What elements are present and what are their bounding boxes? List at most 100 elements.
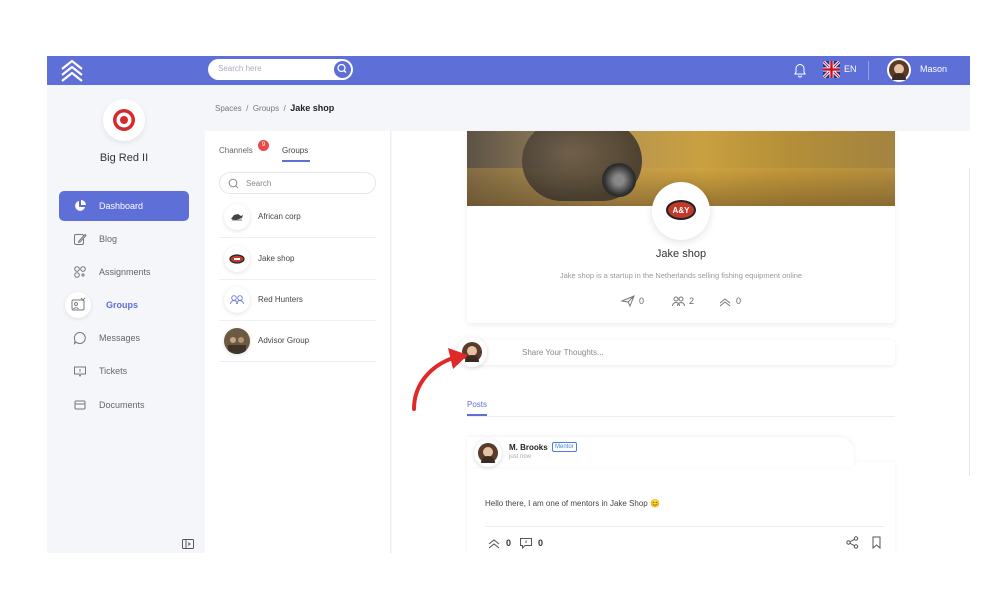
sidebar-item-label: Messages — [99, 333, 141, 343]
tab-groups[interactable]: Groups — [282, 146, 308, 155]
sidebar-item-blog[interactable]: Blog — [59, 224, 189, 254]
post-body: Hello there, I am one of mentors in Jake… — [467, 462, 895, 553]
tab-posts[interactable]: Posts — [467, 400, 487, 409]
group-avatar — [224, 204, 250, 230]
annotation-arrow-icon — [412, 348, 468, 411]
stat-value: 2 — [689, 296, 695, 306]
group-name: Advisor Group — [258, 336, 310, 345]
main-content: A&Y Jake shop Jake shop is a startup in … — [392, 131, 970, 553]
level-up-icon — [488, 539, 500, 549]
share-thoughts-placeholder: Share Your Thoughts... — [522, 348, 604, 357]
group-photo-icon — [224, 328, 250, 354]
user-avatar[interactable] — [887, 58, 911, 82]
collapse-sidebar-icon[interactable] — [182, 539, 194, 549]
share-icon[interactable] — [846, 536, 859, 549]
group-name: African corp — [258, 212, 301, 221]
like-count: 0 — [506, 538, 512, 548]
divider — [868, 61, 869, 80]
sidebar-item-groups[interactable]: Groups — [59, 290, 189, 320]
post-text: Hello there, I am one of mentors in Jake… — [485, 499, 660, 508]
breadcrumb-item-groups[interactable]: Groups — [253, 104, 279, 113]
ticket-icon — [74, 366, 86, 378]
bookmark-icon[interactable] — [871, 536, 882, 549]
sidebar-item-tickets[interactable]: Tickets — [59, 356, 189, 386]
sidebar-item-assignments[interactable]: Assignments — [59, 257, 189, 287]
group-description: Jake shop is a startup in the Netherland… — [559, 271, 803, 280]
stat-value: 0 — [639, 296, 645, 306]
sidebar-item-label: Groups — [106, 300, 139, 310]
search-icon — [228, 178, 239, 189]
group-name-title: Jake shop — [655, 248, 707, 260]
share-thoughts-input[interactable]: Share Your Thoughts... — [457, 337, 895, 367]
org-logo[interactable] — [103, 99, 145, 141]
app-window: Search here EN Mason Big Red II Dashboar… — [47, 56, 970, 553]
divider — [485, 526, 885, 527]
horse-logo-icon — [231, 214, 243, 221]
group-profile-card: A&Y Jake shop Jake shop is a startup in … — [467, 131, 895, 323]
tab-active-indicator — [282, 160, 310, 162]
breadcrumb-separator: / — [243, 104, 251, 113]
group-search-input[interactable]: Search — [219, 172, 376, 194]
sidebar: Big Red II Dashboard Blog Assignments Gr… — [47, 85, 205, 553]
group-item-red-hunters[interactable]: Red Hunters — [219, 280, 376, 321]
sidebar-item-label: Documents — [99, 400, 145, 410]
sidebar-item-label: Dashboard — [99, 201, 144, 211]
groups-icon-circle — [65, 292, 91, 318]
sidebar-item-label: Tickets — [99, 366, 128, 376]
divider — [467, 416, 895, 417]
logo-icon[interactable] — [59, 59, 85, 83]
search-button[interactable] — [333, 60, 352, 79]
language-selector[interactable]: EN — [844, 64, 857, 74]
user-name[interactable]: Mason — [920, 64, 947, 74]
stat-value: 0 — [736, 296, 742, 306]
group-logo: A&Y — [652, 182, 710, 240]
mentor-badge: Mentor — [552, 442, 577, 452]
search-icon — [337, 63, 347, 73]
sidebar-item-dashboard[interactable]: Dashboard — [59, 191, 189, 221]
comment-count: 0 — [538, 538, 544, 548]
send-icon — [621, 295, 635, 307]
groups-panel: Channels 9 Groups Search African corp Ja… — [205, 131, 391, 553]
top-bar: Search here EN Mason — [47, 56, 970, 85]
group-search-placeholder: Search — [246, 179, 272, 188]
sidebar-item-label: Assignments — [99, 267, 151, 277]
post-header: M. Brooks Mentor just now — [467, 437, 854, 467]
divider — [969, 168, 970, 476]
global-search-placeholder: Search here — [218, 64, 262, 73]
sidebar-item-documents[interactable]: Documents — [59, 390, 189, 420]
like-button[interactable]: 0 — [487, 537, 511, 551]
breadcrumb-separator: / — [281, 104, 288, 113]
breadcrumb-current: Jake shop — [290, 103, 335, 113]
tab-channels[interactable]: Channels — [219, 146, 253, 155]
group-name: Red Hunters — [258, 295, 303, 304]
group-logo-text: A&Y — [672, 206, 690, 215]
post-author-avatar[interactable] — [474, 439, 502, 467]
channels-count-badge: 9 — [258, 140, 269, 151]
comment-button[interactable]: 0 — [519, 537, 543, 551]
sidebar-item-messages[interactable]: Messages — [59, 323, 189, 353]
group-item-jake-shop[interactable]: Jake shop — [219, 239, 376, 280]
global-search-input[interactable]: Search here — [208, 59, 353, 80]
members-icon — [672, 296, 685, 307]
pie-chart-icon — [75, 200, 86, 211]
breadcrumb-item-spaces[interactable]: Spaces — [215, 104, 242, 113]
post-author-name[interactable]: M. Brooks — [509, 443, 548, 452]
groups-icon — [71, 297, 86, 311]
cover-reel — [602, 163, 636, 197]
edit-icon — [74, 233, 87, 245]
uk-flag-icon[interactable] — [823, 61, 840, 78]
group-item-african-corp[interactable]: African corp — [219, 197, 376, 238]
user-avatar-image — [478, 443, 498, 463]
assignments-icon — [74, 266, 86, 278]
group-logo-mark: A&Y — [666, 200, 696, 220]
users-icon — [230, 295, 244, 305]
sidebar-item-label: Blog — [99, 234, 118, 244]
bell-icon[interactable] — [791, 61, 809, 79]
group-name: Jake shop — [258, 254, 295, 263]
target-icon — [113, 109, 135, 131]
group-avatar — [224, 287, 250, 313]
breadcrumb: Spaces / Groups / Jake shop — [215, 103, 334, 113]
post-card: Hello there, I am one of mentors in Jake… — [467, 437, 895, 553]
group-item-advisor-group[interactable]: Advisor Group — [219, 321, 376, 362]
post-timestamp: just now — [509, 454, 532, 460]
